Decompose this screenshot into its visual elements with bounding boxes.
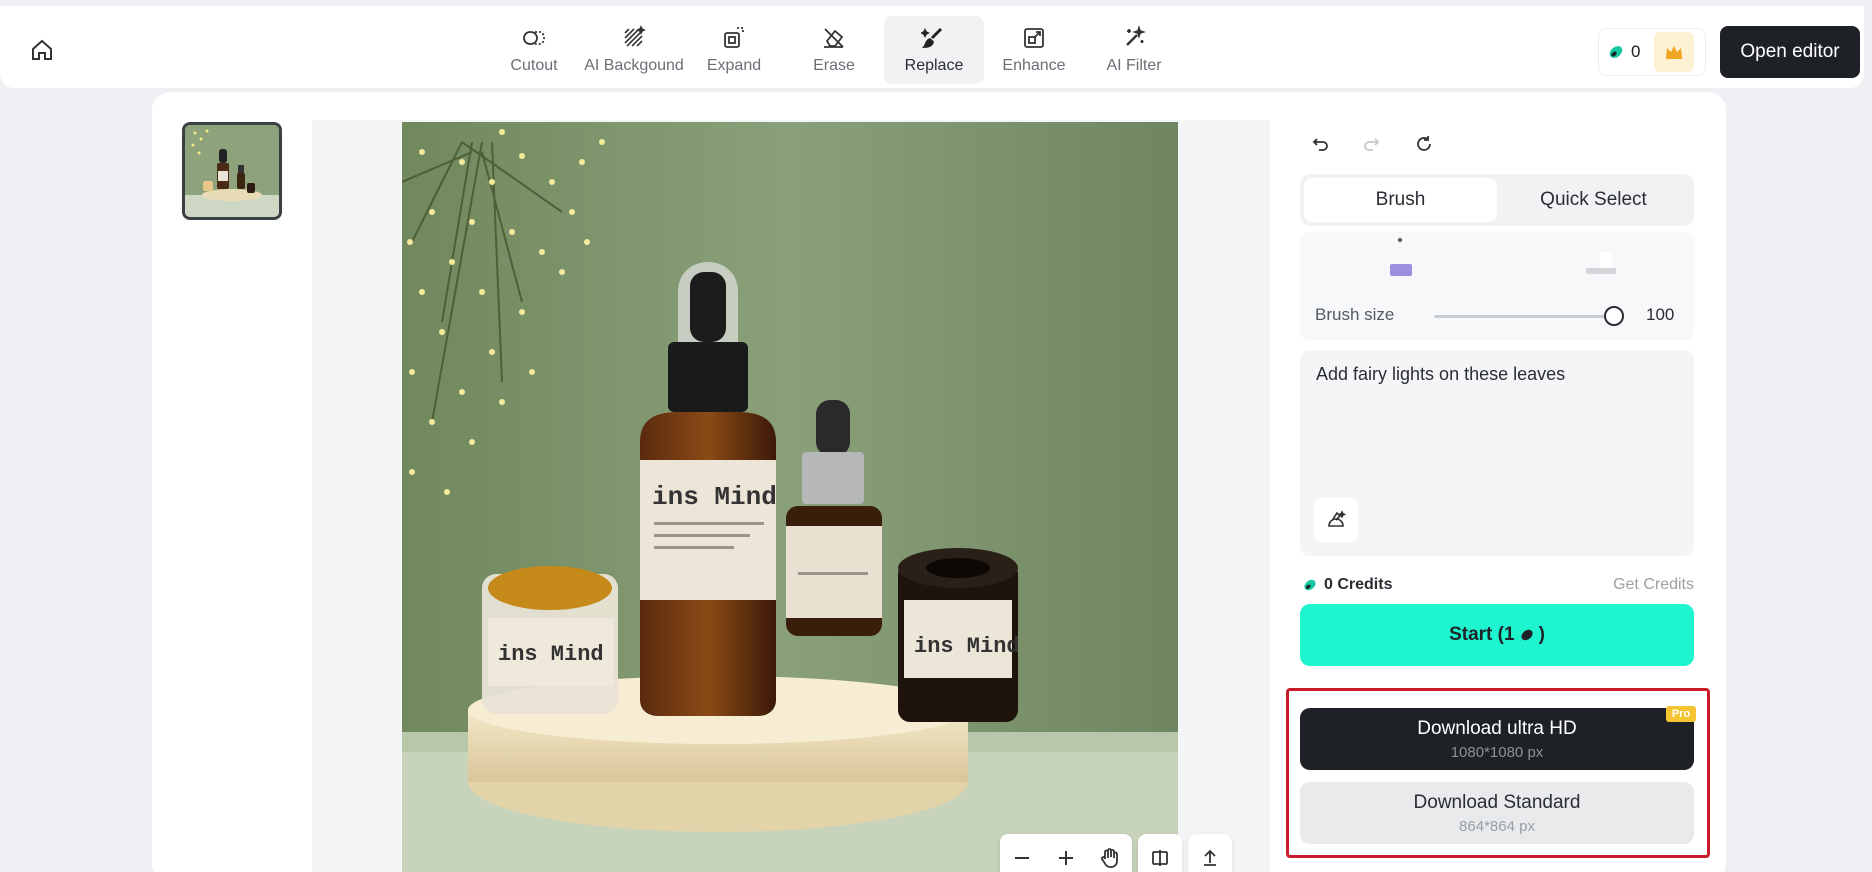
tool-tabs: Cutout AI Backgound Expand Erase Replace… xyxy=(484,16,1184,86)
upload-group xyxy=(1188,834,1232,872)
download-standard-title: Download Standard xyxy=(1413,791,1581,813)
tool-label: Replace xyxy=(904,57,964,74)
jar-label-text: ins Mind xyxy=(498,642,604,667)
product-photo[interactable]: ins Mind ins Mind ins Mind xyxy=(402,122,1178,872)
credits-row: 0 Credits Get Credits xyxy=(1302,576,1694,594)
start-label: Start (1 xyxy=(1449,624,1515,645)
tool-label: Expand xyxy=(706,57,762,74)
zoom-group xyxy=(1000,834,1132,872)
cutout-icon xyxy=(523,31,545,45)
prompt-suggest-icon[interactable] xyxy=(1314,498,1358,542)
enhance-icon xyxy=(1024,28,1044,48)
expand-icon xyxy=(724,27,744,48)
compare-icon[interactable] xyxy=(1138,836,1182,872)
tool-ai-background[interactable]: AI Backgound xyxy=(584,16,684,84)
reset-icon[interactable] xyxy=(1410,130,1438,158)
zoom-in-icon[interactable] xyxy=(1044,836,1088,872)
upload-icon[interactable] xyxy=(1188,836,1232,872)
brush-size-value: 100 xyxy=(1646,305,1675,324)
tool-label: Enhance xyxy=(1002,57,1066,74)
erase-icon xyxy=(824,28,844,48)
get-credits-link[interactable]: Get Credits xyxy=(1613,576,1694,594)
redo-icon[interactable] xyxy=(1358,130,1386,158)
tool-label: AI Filter xyxy=(1106,57,1162,74)
replace-icon xyxy=(921,27,943,48)
start-label-suffix: ) xyxy=(1538,624,1545,645)
tool-label: AI Backgound xyxy=(584,57,684,74)
zoom-out-icon[interactable] xyxy=(1000,836,1044,872)
ai-background-icon xyxy=(624,25,646,47)
image-thumbnail[interactable] xyxy=(182,122,282,220)
pro-badge: Pro xyxy=(1666,706,1696,722)
download-hd-size: 1080*1080 px xyxy=(1450,743,1544,761)
tab-brush[interactable]: Brush xyxy=(1304,178,1497,222)
hand-pan-icon[interactable] xyxy=(1088,836,1132,872)
crown-icon[interactable] xyxy=(1654,32,1695,72)
ai-filter-icon xyxy=(1126,25,1146,46)
credit-gem-icon xyxy=(1609,46,1623,58)
history-controls xyxy=(1306,130,1438,158)
jar-right-label-text: ins Mind xyxy=(914,634,1020,659)
download-ultra-hd-button[interactable]: Download ultra HD 1080*1080 px xyxy=(1300,708,1694,770)
download-standard-button[interactable]: Download Standard 864*864 px xyxy=(1300,782,1694,844)
compare-group xyxy=(1138,834,1182,872)
credits-label: 0 Credits xyxy=(1324,576,1393,593)
top-bar: Cutout AI Backgound Expand Erase Replace… xyxy=(0,6,1864,88)
home-icon[interactable] xyxy=(28,36,56,64)
tab-quick-select[interactable]: Quick Select xyxy=(1497,178,1690,222)
credit-counter[interactable]: 0 xyxy=(1598,28,1706,76)
tool-cutout[interactable]: Cutout xyxy=(484,16,584,84)
tool-enhance[interactable]: Enhance xyxy=(984,16,1084,84)
tool-label: Cutout xyxy=(510,57,558,74)
download-standard-size: 864*864 px xyxy=(1459,817,1535,835)
tool-label: Erase xyxy=(813,57,855,74)
undo-icon[interactable] xyxy=(1306,130,1334,158)
tool-expand[interactable]: Expand xyxy=(684,16,784,84)
download-hd-title: Download ultra HD xyxy=(1417,717,1577,739)
tool-erase[interactable]: Erase xyxy=(784,16,884,84)
open-editor-button[interactable]: Open editor xyxy=(1720,26,1860,78)
tool-ai-filter[interactable]: AI Filter xyxy=(1084,16,1184,84)
brush-size-preview xyxy=(1390,238,1616,276)
credits-info: 0 Credits xyxy=(1302,576,1392,594)
selection-mode-tabs: Brush Quick Select xyxy=(1300,174,1694,226)
zoom-toolbar xyxy=(1000,834,1232,872)
tool-replace[interactable]: Replace xyxy=(884,16,984,84)
credit-gem-icon xyxy=(1521,629,1533,641)
brush-size-slider-thumb[interactable] xyxy=(1604,306,1624,326)
brush-size-slider[interactable] xyxy=(1434,315,1614,318)
prompt-input[interactable]: Add fairy lights on these leaves xyxy=(1300,350,1694,556)
credit-count: 0 xyxy=(1631,42,1641,61)
credit-gem-icon xyxy=(1304,579,1316,591)
start-button[interactable]: Start (1 ) xyxy=(1300,604,1694,666)
bottle-label-text: ins Mind xyxy=(652,482,777,512)
brush-size-label: Brush size xyxy=(1315,305,1395,324)
